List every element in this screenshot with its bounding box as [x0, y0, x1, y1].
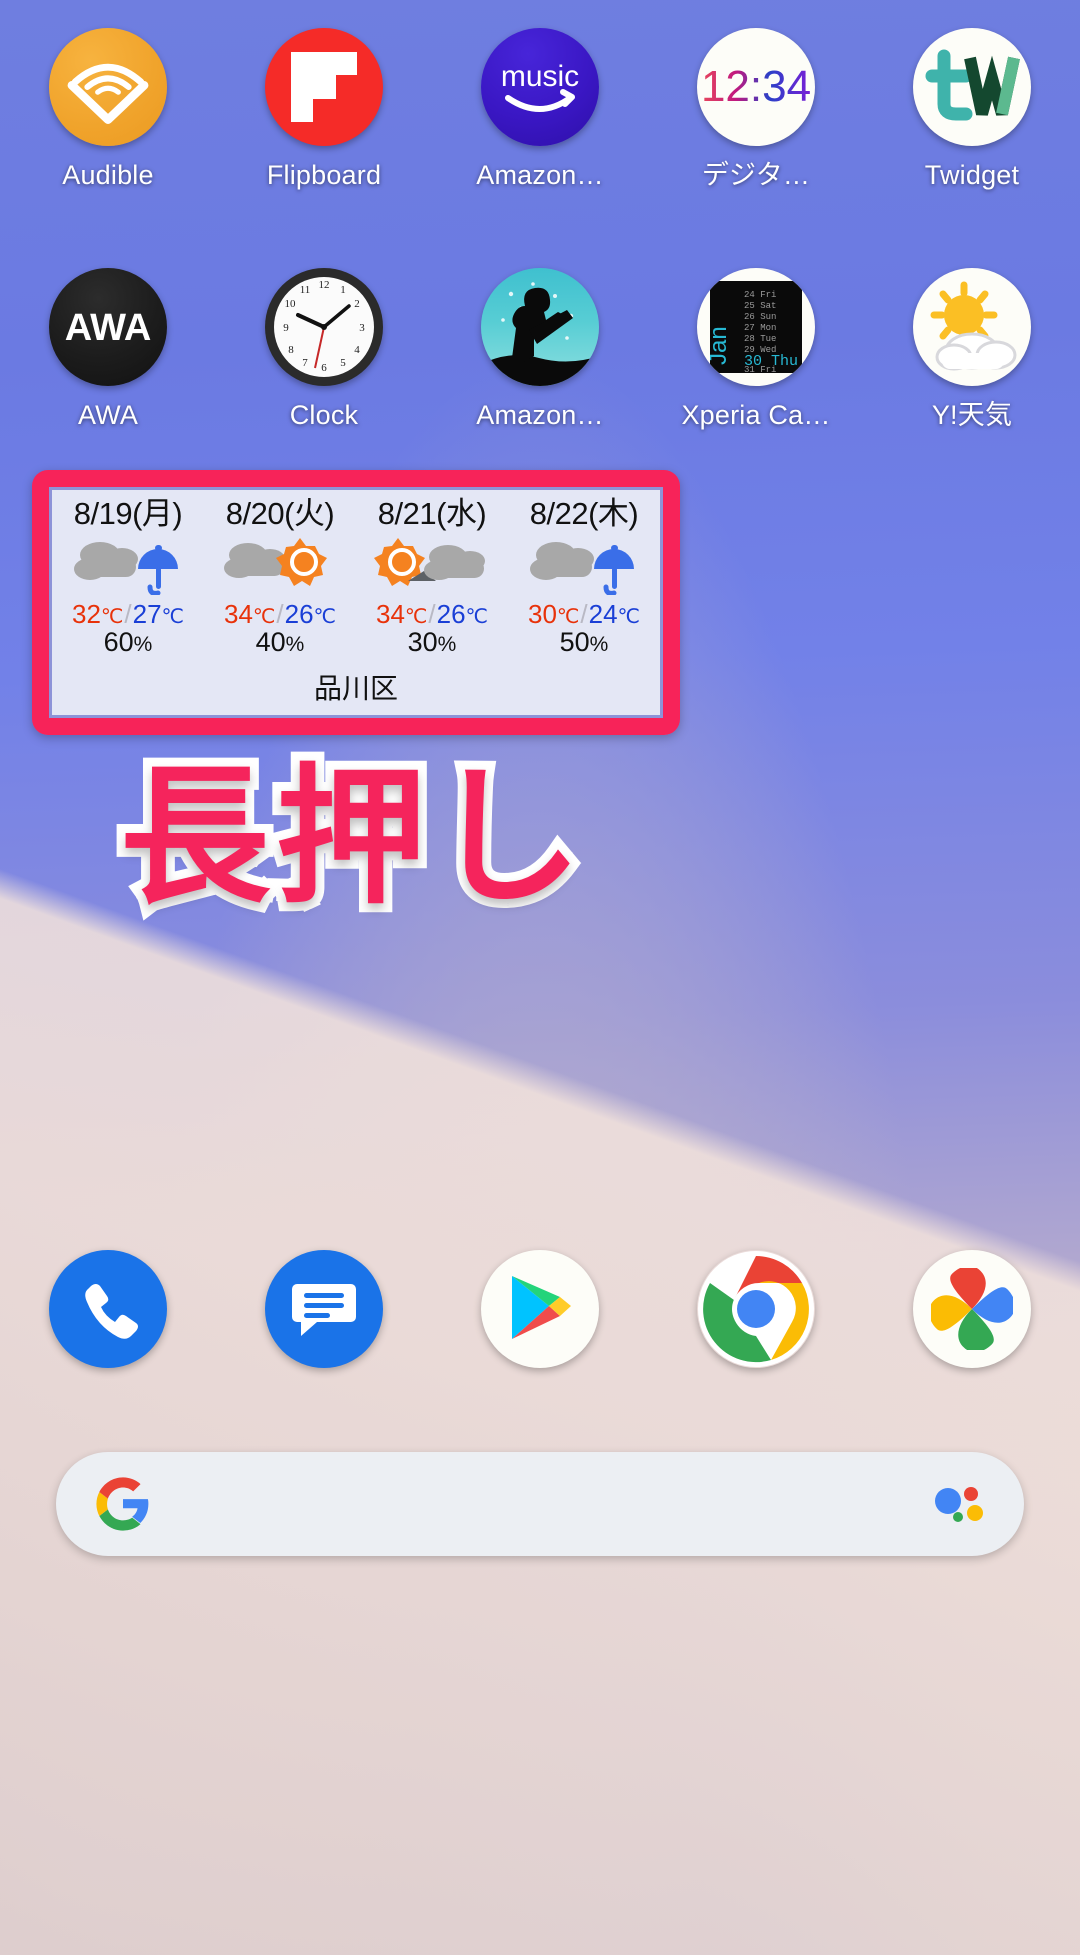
svg-text:10: 10 [285, 298, 297, 310]
forecast-date: 8/21(水) [377, 496, 487, 531]
android-home-screen: Audible Flipboard music Amazon… 12:34 デジ… [0, 0, 1080, 1955]
svg-text:12: 12 [319, 279, 330, 291]
flipboard-icon [265, 28, 383, 146]
weather-cloud-rain-icon [526, 534, 642, 596]
app-label: Twidget [924, 160, 1020, 190]
forecast-day: 8/21(水) 34℃/26℃ 30% [356, 496, 508, 667]
app-label: デジタ… [701, 160, 811, 190]
awa-icon: AWA [49, 268, 167, 386]
forecast-date: 8/22(木) [529, 496, 639, 531]
forecast-temps: 30℃/24℃ [527, 598, 640, 629]
app-grid-row-1: Audible Flipboard music Amazon… 12:34 デジ… [0, 28, 1080, 189]
svg-text:28 Tue: 28 Tue [744, 334, 776, 344]
weather-forecast-widget[interactable]: 8/19(月) 32℃/27℃ 60% 8/20(火) 34℃/26℃ 40% … [49, 487, 663, 718]
svg-text:1: 1 [340, 284, 346, 296]
forecast-temps: 34℃/26℃ [223, 598, 336, 629]
digital-clock-widget-icon: 12:34 [697, 28, 815, 146]
app-icon-clock[interactable]: 12 1 2 3 45 6 78 9 10 11 Clock [216, 268, 432, 429]
app-icon-flipboard[interactable]: Flipboard [216, 28, 432, 189]
svg-text:31 Fri: 31 Fri [744, 365, 776, 373]
weather-cloud-rain-icon [70, 534, 186, 596]
kindle-icon [481, 268, 599, 386]
svg-text:8: 8 [288, 344, 294, 356]
google-g-icon [94, 1475, 152, 1533]
awa-wordmark: AWA [65, 307, 152, 349]
google-assistant-icon[interactable] [928, 1483, 986, 1525]
calendar-month-label: Jan [710, 326, 732, 365]
phone-icon [49, 1250, 167, 1368]
dock-item-photos[interactable] [864, 1250, 1080, 1368]
app-icon-amazon-music[interactable]: music Amazon… [432, 28, 648, 189]
dock-item-messages[interactable] [216, 1250, 432, 1368]
app-icon-kindle[interactable]: Amazon… [432, 268, 648, 429]
chrome-icon [697, 1250, 815, 1368]
app-icon-twidget[interactable]: Twidget [864, 28, 1080, 189]
widget-highlight-box: 8/19(月) 32℃/27℃ 60% 8/20(火) 34℃/26℃ 40% … [32, 470, 680, 735]
app-icon-digital-clock[interactable]: 12:34 デジタ… [648, 28, 864, 189]
app-label: AWA [77, 400, 139, 430]
forecast-date: 8/20(火) [225, 496, 335, 531]
app-label: Xperia Ca… [681, 400, 831, 430]
amazon-music-icon: music [481, 28, 599, 146]
app-icon-yahoo-weather[interactable]: Y!天気 [864, 268, 1080, 429]
forecast-temps: 32℃/27℃ [71, 598, 184, 629]
forecast-precipitation: 40% [255, 627, 305, 658]
app-label: Audible [62, 160, 154, 190]
app-icon-audible[interactable]: Audible [0, 28, 216, 189]
weather-sun-cloud-icon [374, 534, 490, 596]
google-search-bar[interactable] [56, 1452, 1024, 1556]
long-press-annotation: 長押し [111, 751, 591, 926]
app-label: Amazon… [476, 400, 604, 430]
clock-time-text: 12:34 [701, 62, 811, 111]
forecast-precipitation: 60% [103, 627, 153, 658]
svg-text:5: 5 [340, 357, 346, 369]
forecast-day: 8/22(木) 30℃/24℃ 50% [508, 496, 660, 667]
forecast-temps: 34℃/26℃ [375, 598, 488, 629]
weather-cloud-sun-icon [222, 534, 338, 596]
audible-icon [49, 28, 167, 146]
svg-text:26 Sun: 26 Sun [744, 312, 776, 322]
svg-text:4: 4 [354, 344, 360, 356]
svg-text:24 Fri: 24 Fri [744, 290, 776, 300]
svg-text:music: music [501, 60, 579, 93]
app-icon-xperia-calendar[interactable]: Jan 24 Fri 25 Sat 26 Sun 27 Mon 28 Tue 29 W… [648, 268, 864, 429]
forecast-precipitation: 50% [559, 627, 609, 658]
svg-text:3: 3 [359, 322, 365, 334]
svg-text:2: 2 [354, 298, 360, 310]
svg-text:27 Mon: 27 Mon [744, 323, 776, 333]
yahoo-weather-icon [913, 268, 1031, 386]
svg-text:25 Sat: 25 Sat [744, 301, 776, 311]
forecast-date: 8/19(月) [73, 496, 183, 531]
app-icon-awa[interactable]: AWA AWA [0, 268, 216, 429]
forecast-days: 8/19(月) 32℃/27℃ 60% 8/20(火) 34℃/26℃ 40% … [52, 490, 660, 667]
dock-item-chrome[interactable] [648, 1250, 864, 1368]
messages-icon [265, 1250, 383, 1368]
dock-item-play-store[interactable] [432, 1250, 648, 1368]
app-label: Y!天気 [931, 400, 1013, 430]
forecast-precipitation: 30% [407, 627, 457, 658]
svg-text:6: 6 [321, 362, 327, 374]
xperia-calendar-icon: Jan 24 Fri 25 Sat 26 Sun 27 Mon 28 Tue 29 W… [697, 268, 815, 386]
app-grid-row-2: AWA AWA 12 1 2 3 45 6 78 9 10 11 Clock Ama… [0, 268, 1080, 429]
svg-text:9: 9 [283, 322, 289, 334]
weather-location-label: 品川区 [313, 673, 398, 704]
forecast-day: 8/20(火) 34℃/26℃ 40% [204, 496, 356, 667]
dock-item-phone[interactable] [0, 1250, 216, 1368]
dock [0, 1250, 1080, 1368]
svg-text:7: 7 [302, 357, 308, 369]
app-label: Amazon… [476, 160, 604, 190]
svg-text:11: 11 [300, 284, 311, 296]
app-label: Flipboard [266, 160, 382, 190]
play-store-icon [481, 1250, 599, 1368]
analog-clock-icon: 12 1 2 3 45 6 78 9 10 11 [265, 268, 383, 386]
photos-icon [913, 1250, 1031, 1368]
forecast-day: 8/19(月) 32℃/27℃ 60% [52, 496, 204, 667]
twidget-icon [913, 28, 1031, 146]
app-label: Clock [289, 400, 359, 430]
